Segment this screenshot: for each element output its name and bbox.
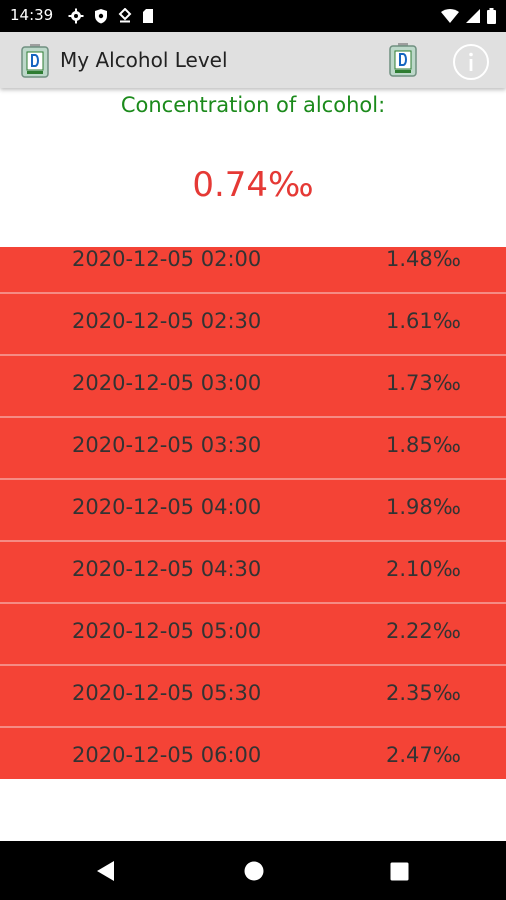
list-item: 2020-12-05 03:00 1.73‰ bbox=[0, 356, 506, 418]
battery-icon bbox=[487, 8, 496, 24]
shield-icon bbox=[95, 9, 107, 24]
list-item: 2020-12-05 02:00 1.48‰ bbox=[0, 247, 506, 294]
sd-card-icon bbox=[143, 9, 153, 23]
breathalyzer-action-button[interactable] bbox=[388, 43, 418, 77]
list-item: 2020-12-05 03:30 1.85‰ bbox=[0, 418, 506, 480]
reading-value: 2.22‰ bbox=[386, 619, 461, 643]
list-item: 2020-12-05 02:30 1.61‰ bbox=[0, 294, 506, 356]
reading-value: 2.35‰ bbox=[386, 681, 461, 705]
back-button[interactable] bbox=[96, 860, 116, 882]
reading-time: 2020-12-05 02:30 bbox=[72, 309, 262, 333]
concentration-label: Concentration of alcohol: bbox=[120, 93, 386, 117]
reading-value: 2.10‰ bbox=[386, 557, 461, 581]
reading-value: 1.48‰ bbox=[386, 247, 461, 271]
back-icon bbox=[97, 861, 114, 881]
app-bar: My Alcohol Level bbox=[0, 32, 506, 88]
home-icon bbox=[244, 861, 264, 881]
recents-icon bbox=[390, 862, 409, 881]
reading-value: 1.98‰ bbox=[386, 495, 461, 519]
info-button[interactable] bbox=[452, 43, 490, 81]
status-notification-icons bbox=[68, 7, 154, 25]
reading-time: 2020-12-05 03:00 bbox=[72, 371, 262, 395]
info-icon bbox=[453, 44, 489, 80]
list-item: 2020-12-05 04:00 1.98‰ bbox=[0, 480, 506, 542]
readings-list[interactable]: 2020-12-05 02:00 1.48‰ 2020-12-05 02:30 … bbox=[0, 247, 506, 779]
concentration-value: 0.74‰ bbox=[192, 165, 314, 205]
wifi-icon bbox=[441, 9, 459, 23]
reading-time: 2020-12-05 04:30 bbox=[72, 557, 262, 581]
reading-value: 1.85‰ bbox=[386, 433, 461, 457]
app-title: My Alcohol Level bbox=[60, 48, 228, 72]
status-system-icons bbox=[441, 7, 496, 25]
status-bar: 14:39 bbox=[0, 0, 506, 32]
recents-button[interactable] bbox=[390, 862, 409, 881]
reading-value: 1.73‰ bbox=[386, 371, 461, 395]
navigation-bar bbox=[0, 841, 506, 900]
reading-time: 2020-12-05 02:00 bbox=[72, 247, 262, 271]
list-item: 2020-12-05 06:00 2.47‰ bbox=[0, 728, 506, 779]
reading-time: 2020-12-05 04:00 bbox=[72, 495, 262, 519]
settings-gear-icon bbox=[68, 8, 84, 24]
home-button[interactable] bbox=[243, 860, 265, 882]
reading-time: 2020-12-05 06:00 bbox=[72, 743, 262, 767]
list-item: 2020-12-05 05:00 2.22‰ bbox=[0, 604, 506, 666]
signal-icon bbox=[466, 9, 480, 23]
reading-time: 2020-12-05 05:30 bbox=[72, 681, 262, 705]
reading-time: 2020-12-05 05:00 bbox=[72, 619, 262, 643]
vpn-key-icon bbox=[118, 8, 132, 23]
list-item: 2020-12-05 04:30 2.10‰ bbox=[0, 542, 506, 604]
list-item: 2020-12-05 05:30 2.35‰ bbox=[0, 666, 506, 728]
reading-time: 2020-12-05 03:30 bbox=[72, 433, 262, 457]
status-time: 14:39 bbox=[10, 6, 54, 24]
reading-value: 2.47‰ bbox=[386, 743, 461, 767]
breathalyzer-icon bbox=[21, 44, 49, 78]
reading-value: 1.61‰ bbox=[386, 309, 461, 333]
